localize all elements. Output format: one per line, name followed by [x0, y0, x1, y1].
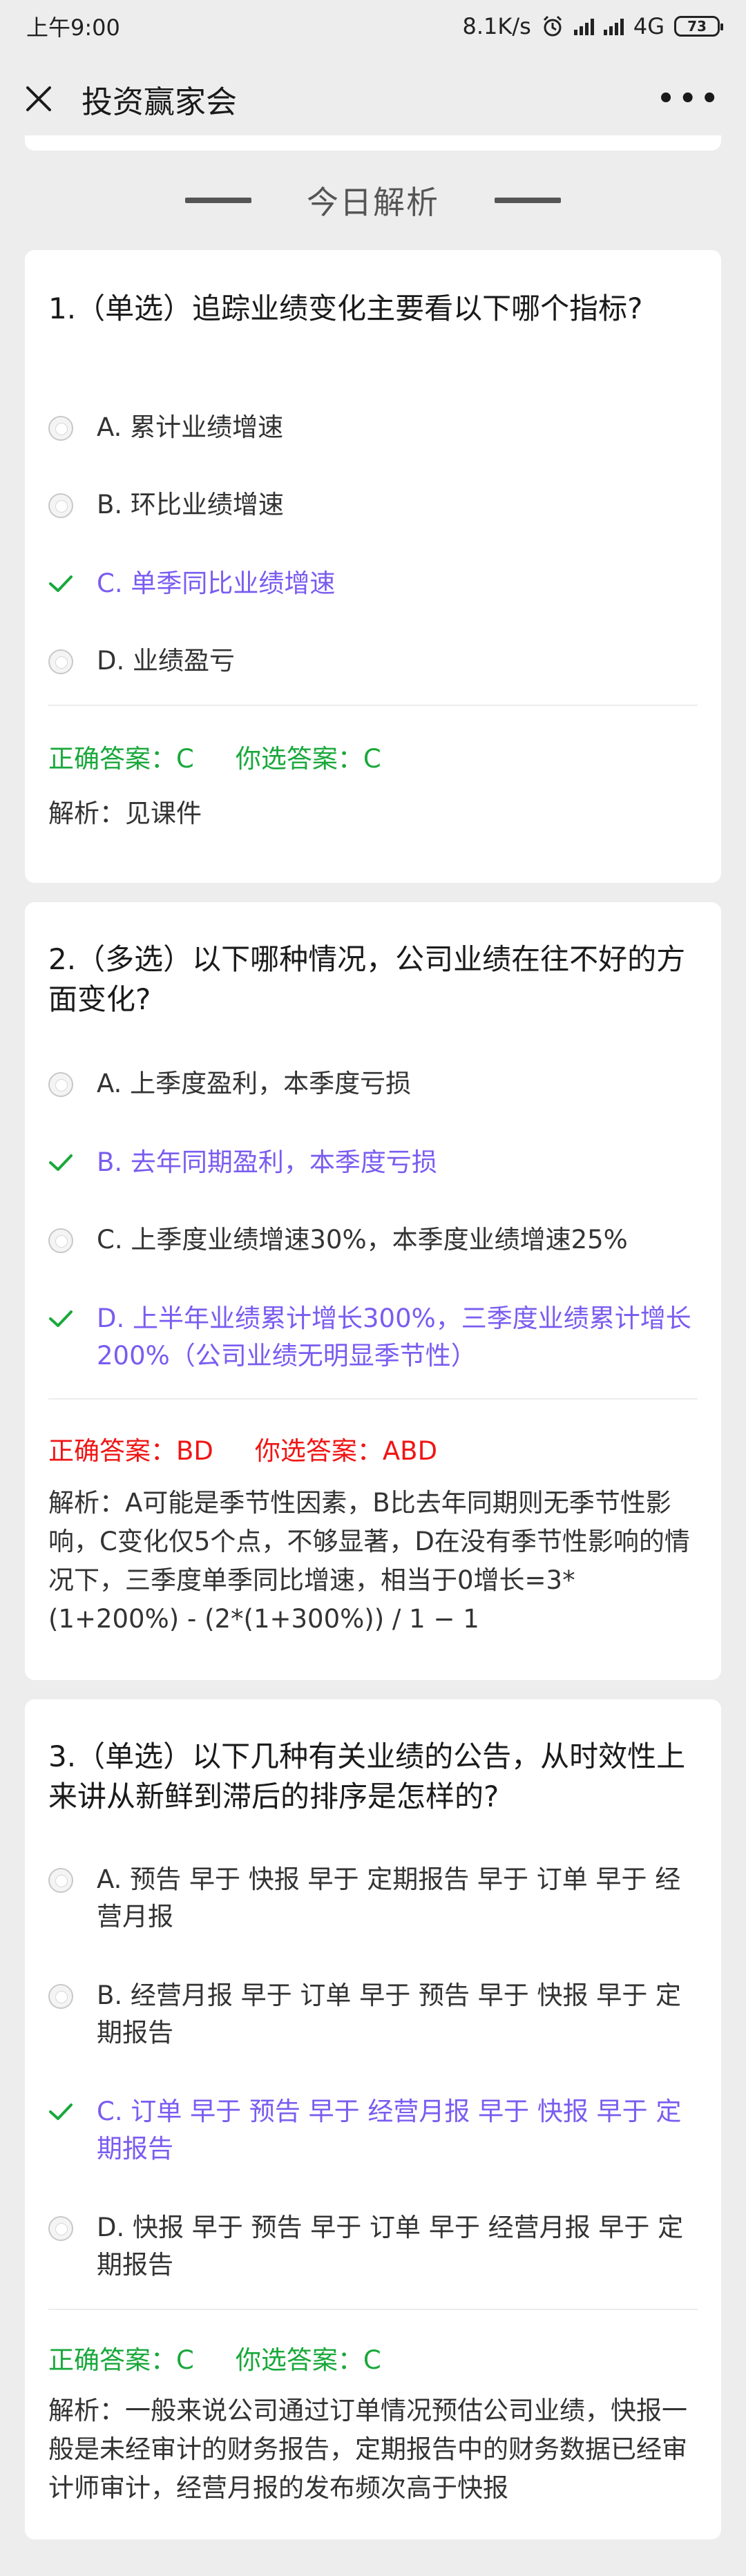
option-label: C. 单季同比业绩增速: [97, 569, 336, 598]
analysis-text: 解析：A可能是季节性因素，B比去年同期则无季节性影响，C变化仅5个点，不够显著，…: [48, 1488, 690, 1634]
question-title: 2.（多选）以下哪种情况，公司业绩在往不好的方面变化?: [48, 942, 686, 1016]
option-d[interactable]: D. 上半年业绩累计增长300%，三季度业绩累计增长200%（公司业绩无明显季节…: [48, 1300, 698, 1375]
option-a[interactable]: A. 累计业绩增速: [48, 409, 698, 446]
option-label: C. 上季度业绩增速30%，本季度业绩增速25%: [97, 1225, 628, 1254]
correct-answer: 正确答案：BD: [48, 1436, 213, 1466]
option-c[interactable]: C. 订单 早于 预告 早于 经营月报 早于 快报 早于 定期报告: [48, 2093, 698, 2168]
check-icon: [49, 575, 73, 592]
nav-bar: 投资赢家会 •••: [0, 53, 746, 145]
divider-left: [185, 198, 251, 203]
alarm-icon: [543, 15, 562, 37]
option-label: D. 业绩盈亏: [97, 646, 236, 676]
status-icons: 8.1K/s 4G 73: [462, 13, 723, 39]
option-d[interactable]: D. 快报 早于 预告 早于 订单 早于 经营月报 早于 定期报告: [48, 2209, 698, 2284]
option-a[interactable]: A. 预告 早于 快报 早于 定期报告 早于 订单 早于 经营月报: [48, 1861, 698, 1936]
option-a[interactable]: A. 上季度盈利，本季度亏损: [48, 1065, 698, 1103]
section-title: 今日解析: [307, 184, 439, 221]
your-answer: 你选答案：C: [235, 2345, 381, 2375]
option-label: A. 累计业绩增速: [97, 412, 284, 442]
option-d[interactable]: D. 业绩盈亏: [48, 642, 698, 680]
question-title: 1.（单选）追踪业绩变化主要看以下哪个指标?: [48, 292, 643, 325]
radio-icon: [48, 1072, 73, 1097]
signal-icon: [573, 17, 594, 35]
option-b[interactable]: B. 经营月报 早于 订单 早于 预告 早于 快报 早于 定期报告: [48, 1977, 698, 2052]
network-type: 4G: [633, 13, 664, 39]
divider: [48, 2309, 698, 2310]
option-b[interactable]: B. 去年同期盈利，本季度亏损: [48, 1144, 698, 1181]
check-icon: [49, 1310, 73, 1327]
option-label: C. 订单 早于 预告 早于 经营月报 早于 快报 早于 定期报告: [97, 2097, 682, 2164]
divider: [48, 1398, 698, 1400]
your-answer: 你选答案：C: [235, 744, 381, 774]
correct-answer: 正确答案：C: [48, 2345, 194, 2375]
radio-icon: [48, 2216, 73, 2241]
option-label: B. 去年同期盈利，本季度亏损: [97, 1147, 437, 1177]
answer-row: 正确答案：C 你选答案：C: [48, 2339, 381, 2376]
close-icon[interactable]: [23, 84, 54, 114]
option-label: D. 快报 早于 预告 早于 订单 早于 经营月报 早于 定期报告: [97, 2213, 684, 2280]
option-label: D. 上半年业绩累计增长300%，三季度业绩累计增长200%（公司业绩无明显季节…: [97, 1304, 691, 1371]
answer-row: 正确答案：C 你选答案：C: [48, 738, 381, 775]
status-bar: 上午9:00 8.1K/s 4G 73: [0, 0, 746, 53]
analysis-text: 解析：一般来说公司通过订单情况预估公司业绩，快报一般是未经审计的财务报告，定期报…: [48, 2396, 687, 2503]
option-label: A. 预告 早于 快报 早于 定期报告 早于 订单 早于 经营月报: [97, 1864, 681, 1931]
question-card-2: 2.（多选）以下哪种情况，公司业绩在往不好的方面变化? A. 上季度盈利，本季度…: [25, 902, 721, 1680]
signal-icon-2: [603, 17, 624, 35]
section-header: 今日解析: [0, 173, 746, 228]
option-label: B. 经营月报 早于 订单 早于 预告 早于 快报 早于 定期报告: [97, 1981, 681, 2048]
more-icon[interactable]: •••: [657, 83, 723, 115]
check-icon: [49, 1154, 73, 1171]
radio-icon: [48, 1228, 73, 1253]
check-icon: [49, 2103, 73, 2120]
status-time: 上午9:00: [26, 15, 120, 41]
correct-answer: 正确答案：C: [48, 744, 194, 774]
battery-level: 73: [687, 18, 707, 35]
your-answer: 你选答案：ABD: [254, 1436, 438, 1466]
divider: [48, 705, 698, 706]
option-label: B. 环比业绩增速: [97, 490, 284, 519]
analysis-text: 解析：见课件: [48, 799, 202, 828]
page-title: 投资赢家会: [82, 83, 238, 120]
radio-icon: [48, 493, 73, 518]
radio-icon: [48, 1984, 73, 2009]
battery-icon: 73: [674, 16, 723, 37]
divider-right: [495, 198, 561, 203]
question-card-1: 1.（单选）追踪业绩变化主要看以下哪个指标? A. 累计业绩增速 B. 环比业绩…: [25, 250, 721, 883]
network-speed: 8.1K/s: [462, 13, 531, 39]
option-c[interactable]: C. 单季同比业绩增速: [48, 565, 698, 602]
question-card-3: 3.（单选）以下几种有关业绩的公告，从时效性上来讲从新鲜到滞后的排序是怎样的? …: [25, 1699, 721, 2539]
radio-icon: [48, 649, 73, 674]
option-b[interactable]: B. 环比业绩增速: [48, 486, 698, 524]
previous-card-edge: [25, 135, 721, 151]
answer-row: 正确答案：BD 你选答案：ABD: [48, 1430, 437, 1467]
question-title: 3.（单选）以下几种有关业绩的公告，从时效性上来讲从新鲜到滞后的排序是怎样的?: [48, 1739, 686, 1813]
radio-icon: [48, 416, 73, 441]
option-label: A. 上季度盈利，本季度亏损: [97, 1069, 412, 1098]
radio-icon: [48, 1868, 73, 1893]
option-c[interactable]: C. 上季度业绩增速30%，本季度业绩增速25%: [48, 1221, 698, 1259]
